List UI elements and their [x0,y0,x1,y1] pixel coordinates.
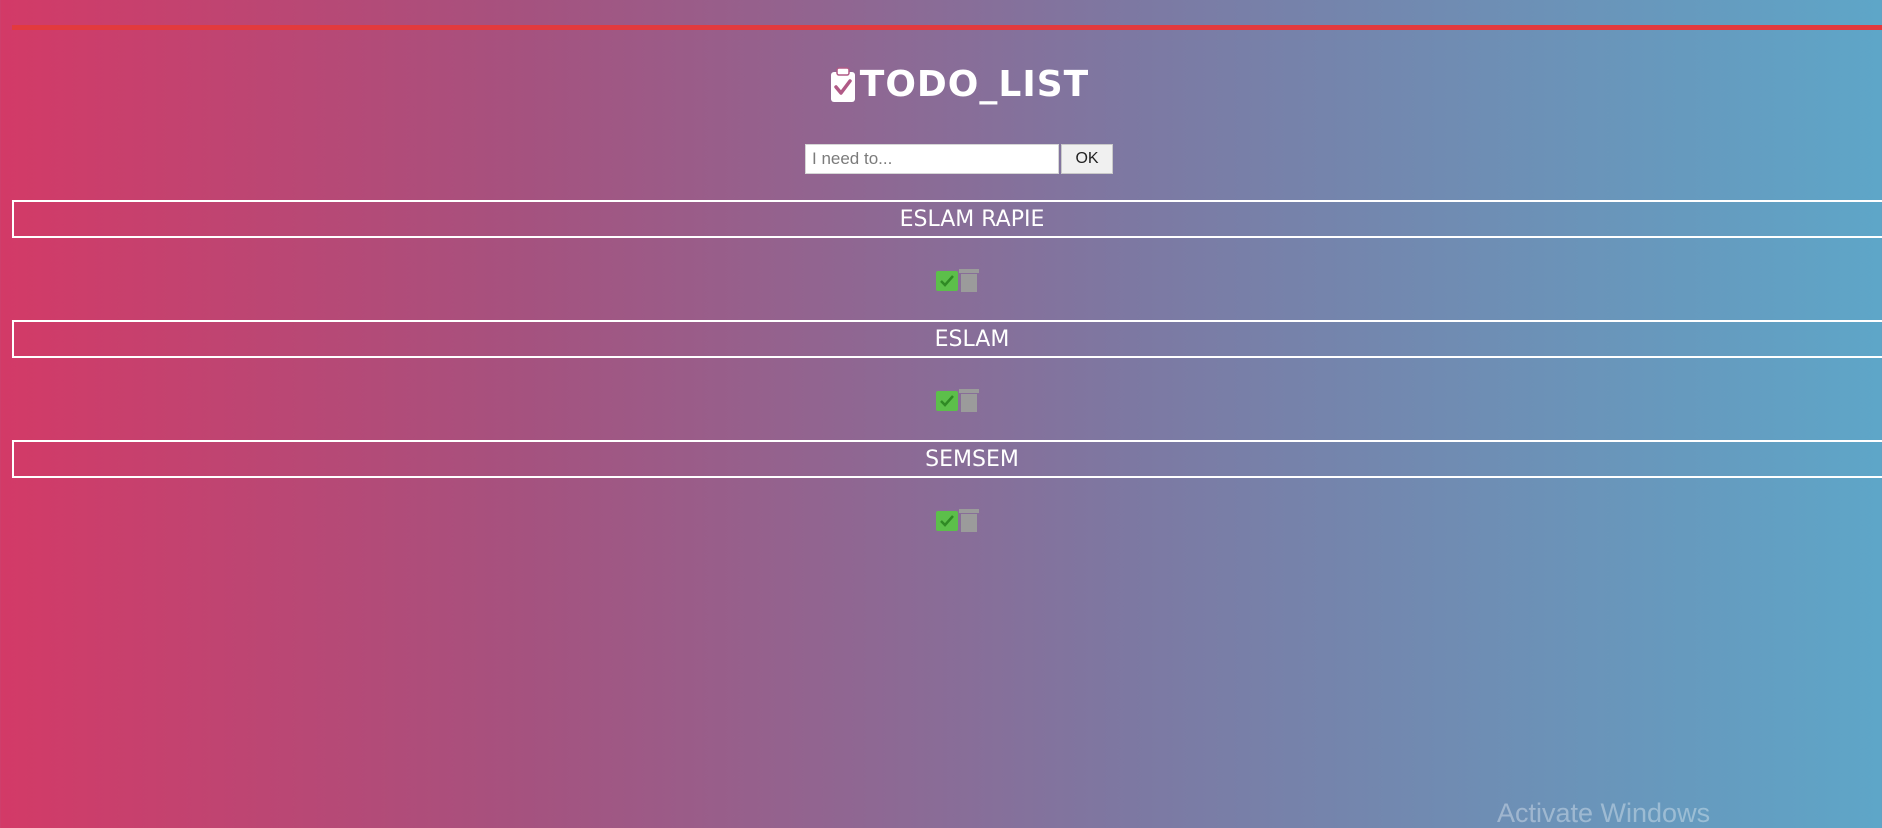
todo-form: OK [805,144,1113,174]
todo-actions [936,268,980,292]
todo-actions [936,388,980,412]
trash-icon[interactable] [958,508,980,532]
activate-windows-watermark: Activate Windows [1497,798,1711,828]
todo-item: ESLAM [12,320,1882,440]
top-accent-bar [12,25,1882,30]
clipboard-check-icon [830,66,855,102]
todo-text: SEMSEM [12,440,1882,478]
page-title-text: TODO_LIST [859,64,1090,105]
todo-text: ESLAM RAPIE [12,200,1882,238]
todo-item: SEMSEM [12,440,1882,560]
todo-item: ESLAM RAPIE [12,200,1882,320]
check-square-icon[interactable] [936,268,958,292]
todo-input[interactable] [805,144,1059,174]
check-square-icon[interactable] [936,388,958,412]
trash-icon[interactable] [958,388,980,412]
todo-actions [936,508,980,532]
check-square-icon[interactable] [936,508,958,532]
todo-text: ESLAM [12,320,1882,358]
trash-icon[interactable] [958,268,980,292]
todo-list: ESLAM RAPIE ESLAM SEMSEM [12,200,1882,560]
page-title: TODO_LIST [0,64,1882,105]
ok-button[interactable]: OK [1061,144,1113,174]
